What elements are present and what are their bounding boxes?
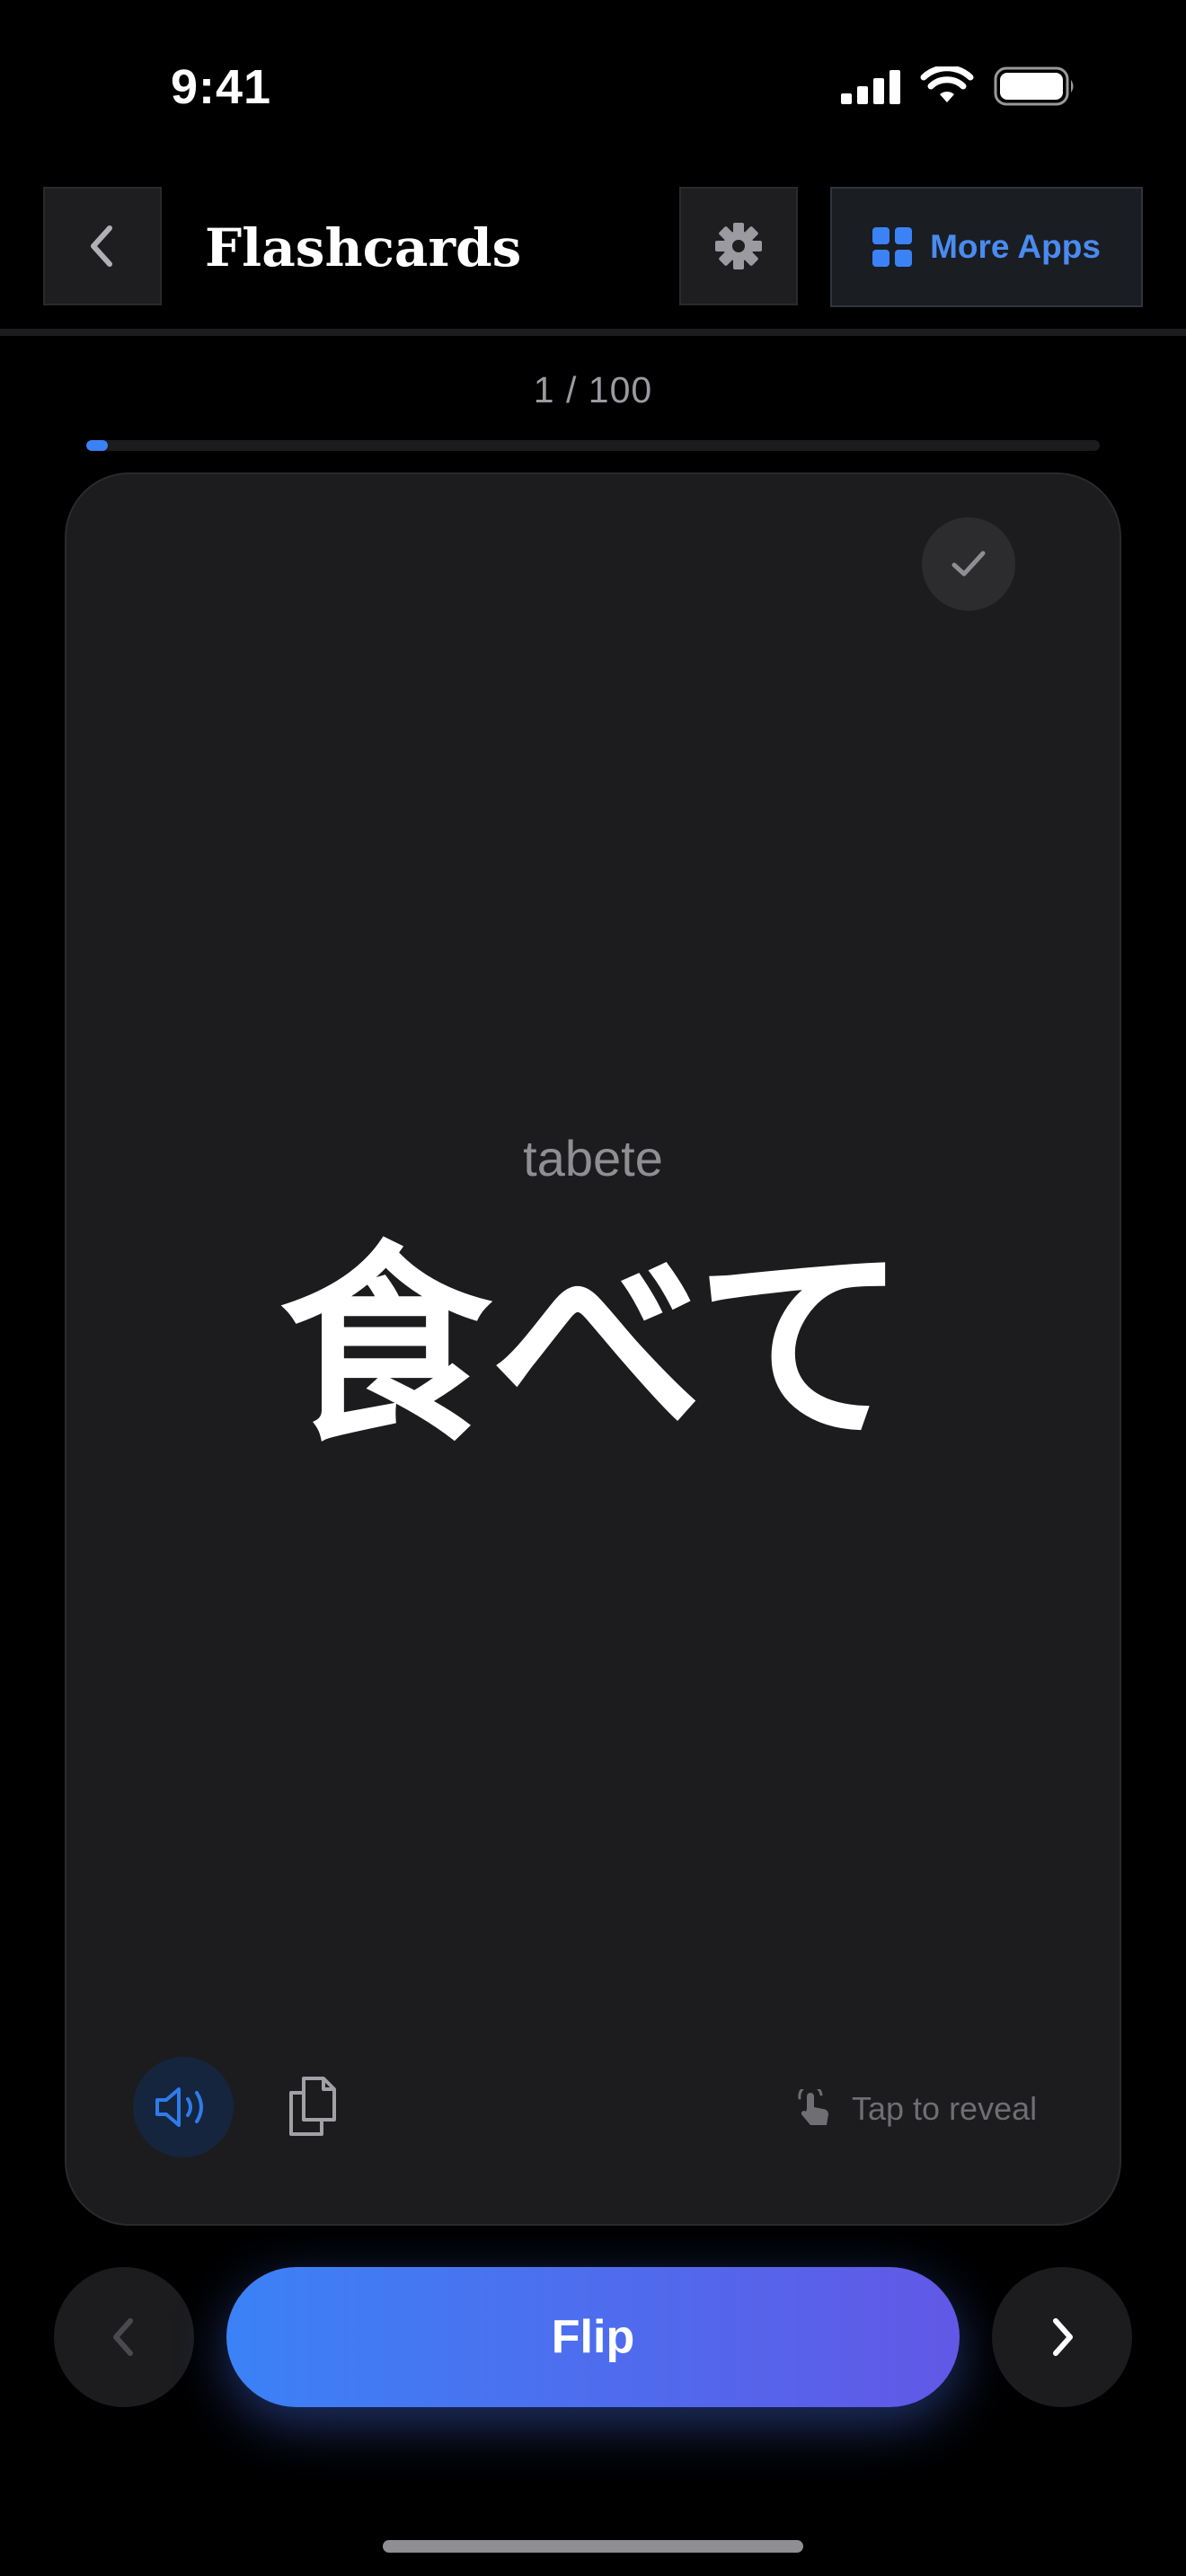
speaker-icon: [155, 2087, 203, 2127]
mark-known-button[interactable]: [922, 517, 1015, 611]
wifi-icon: [920, 66, 974, 102]
card-word: 食べて: [279, 1229, 907, 1466]
chevron-right-icon: [1053, 2318, 1073, 2356]
copy-icon: [289, 2077, 336, 2136]
back-button[interactable]: [43, 187, 162, 305]
status-time: 9:41: [171, 60, 272, 114]
chevron-left-icon: [113, 2318, 133, 2356]
page-title: Flashcards: [205, 217, 522, 278]
home-indicator: [383, 2540, 803, 2553]
tap-hand-icon: [798, 2089, 828, 2125]
progress-bar-fill: [86, 440, 108, 451]
settings-button[interactable]: [679, 187, 798, 305]
progress-counter: 1 / 100: [533, 369, 653, 410]
copy-button[interactable]: [280, 2066, 345, 2147]
next-card-button[interactable]: [992, 2267, 1132, 2407]
cellular-signal-icon: [841, 70, 900, 104]
card-romaji: tabete: [523, 1130, 663, 1187]
more-apps-button[interactable]: More Apps: [830, 187, 1143, 307]
checkmark-icon: [951, 551, 986, 577]
header-divider: [0, 329, 1186, 336]
tap-to-reveal-hint: Tap to reveal: [796, 2082, 1037, 2136]
more-apps-label: More Apps: [930, 228, 1101, 265]
tap-to-reveal-label: Tap to reveal: [852, 2090, 1038, 2127]
progress-bar: [86, 440, 1100, 451]
speak-button[interactable]: [133, 2057, 234, 2157]
battery-icon: [994, 66, 1074, 106]
flip-button[interactable]: Flip: [226, 2267, 960, 2407]
grid-icon: [872, 227, 913, 267]
gear-icon: [715, 223, 762, 269]
previous-card-button[interactable]: [54, 2267, 194, 2407]
chevron-left-icon: [91, 225, 112, 267]
